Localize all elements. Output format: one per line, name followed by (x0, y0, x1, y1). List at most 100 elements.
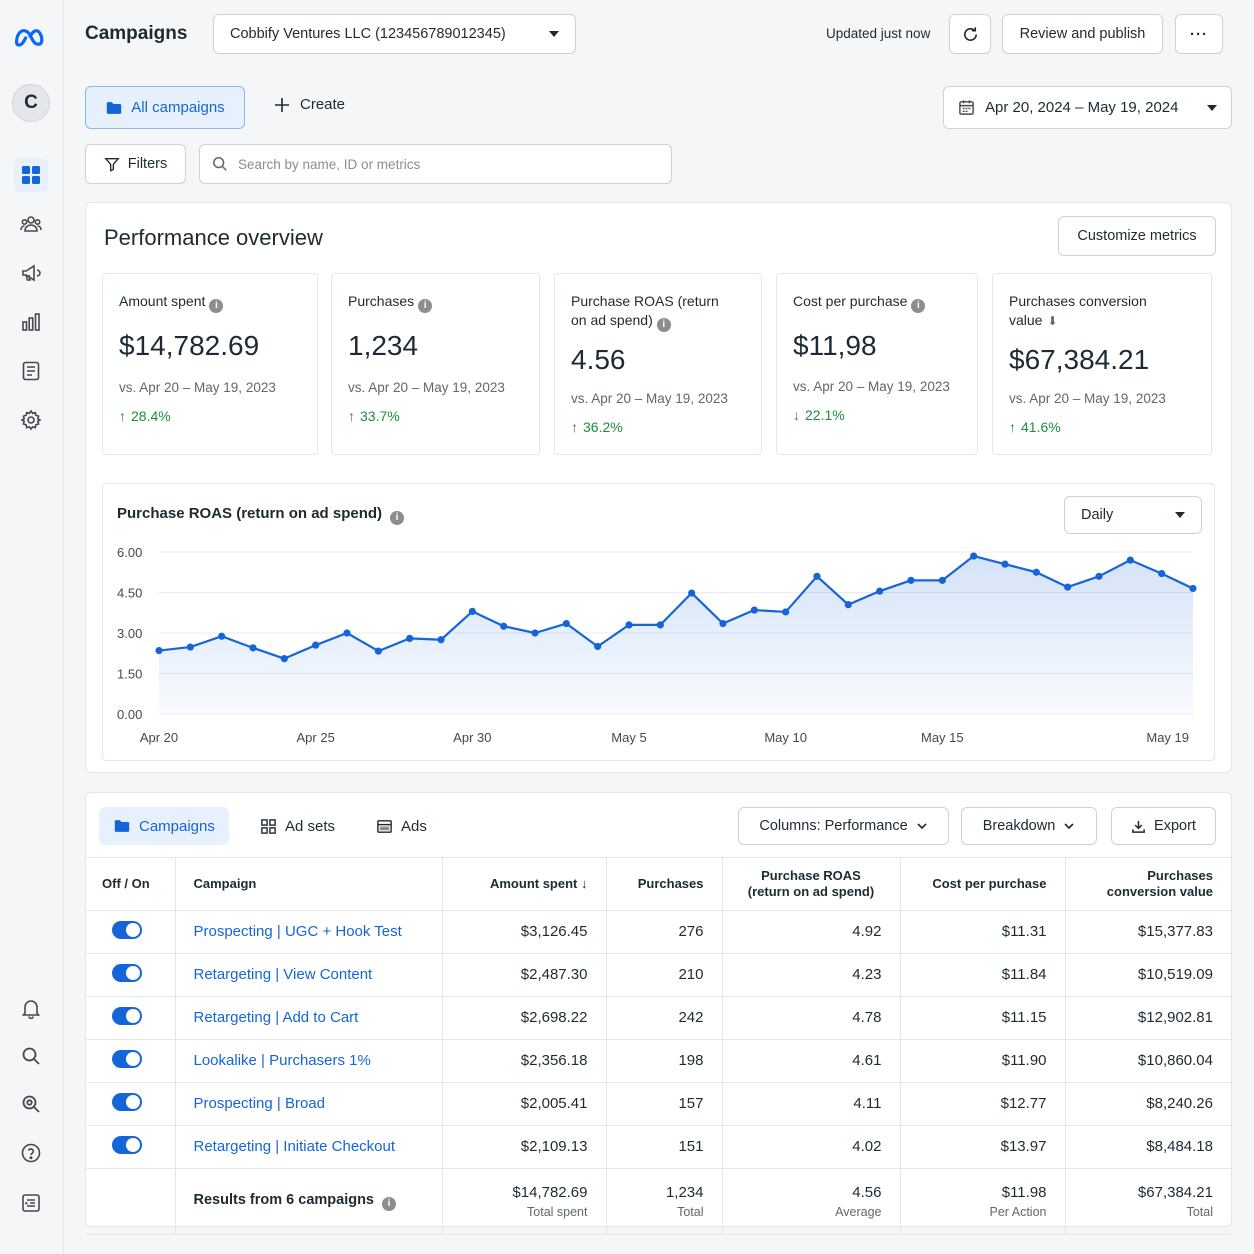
table-row[interactable]: Retargeting | Initiate Checkout $2,109.13… (86, 1125, 1231, 1169)
cpp-cell: $11.90 (900, 1039, 1066, 1083)
y-tick-label: 4.50 (117, 586, 142, 601)
data-point (656, 621, 664, 629)
kpi-change: ↑ 33.7% (348, 408, 400, 424)
campaign-link[interactable]: Prospecting | UGC + Hook Test (194, 923, 402, 940)
zoom-search-icon[interactable] (14, 1087, 48, 1121)
analytics-icon[interactable] (14, 305, 48, 339)
data-point (1095, 572, 1103, 580)
refresh-button[interactable] (949, 14, 991, 54)
col-purchases[interactable]: Purchases (606, 858, 723, 911)
y-tick-label: 1.50 (117, 667, 142, 682)
campaign-link[interactable]: Retargeting | Initiate Checkout (194, 1138, 396, 1155)
x-tick-label: May 19 (1146, 730, 1189, 745)
caret-down-icon (549, 31, 559, 37)
kpi-card-purchases[interactable]: Purchases i 1,234 vs. Apr 20 – May 19, 20… (331, 273, 540, 455)
table-row[interactable]: Prospecting | Broad $2,005.41 157 4.11 $12.7… (86, 1082, 1231, 1126)
x-tick-label: May 5 (611, 730, 646, 745)
summary-cpp: $11.98 Per Action (900, 1168, 1066, 1235)
data-point (437, 636, 445, 644)
kpi-card-purchase-roas[interactable]: Purchase ROAS (return on ad spend) i 4.56… (554, 273, 762, 455)
area-fill (159, 556, 1193, 714)
data-point (155, 646, 163, 655)
breakdown-dropdown[interactable]: Breakdown (961, 807, 1097, 845)
col-conversion-value[interactable]: Purchases conversion value (1065, 858, 1231, 911)
meta-logo-icon[interactable] (12, 20, 50, 54)
all-campaigns-button[interactable]: All campaigns (85, 86, 245, 129)
col-cost-per-purchase[interactable]: Cost per purchase (900, 858, 1066, 911)
data-point (406, 634, 414, 642)
audience-icon[interactable] (14, 207, 48, 241)
col-purchase-roas[interactable]: Purchase ROAS (return on ad spend) (722, 858, 901, 911)
on-off-toggle[interactable] (112, 1135, 142, 1154)
reports-icon[interactable] (14, 354, 48, 388)
filter-icon (104, 158, 120, 172)
table-row[interactable]: Prospecting | UGC + Hook Test $3,126.45 27… (86, 910, 1231, 954)
x-tick-label: Apr 25 (297, 730, 335, 745)
campaign-link[interactable]: Retargeting | Add to Cart (194, 1009, 359, 1026)
updated-status: Updated just now (826, 26, 931, 41)
on-off-toggle[interactable] (112, 920, 142, 939)
tab-ad-sets[interactable]: Ad sets (246, 807, 349, 845)
dashboard-icon[interactable] (14, 158, 48, 192)
tab-ads[interactable]: Ads (362, 807, 441, 845)
account-selector[interactable]: Cobbify Ventures LLC (123456789012345) (213, 14, 576, 54)
avatar-initial: C (24, 92, 38, 113)
campaign-name-cell: Retargeting | View Content (175, 953, 443, 997)
info-icon: i (656, 318, 671, 332)
megaphone-icon[interactable] (14, 256, 48, 290)
campaign-name-cell: Lookalike | Purchasers 1% (175, 1039, 443, 1083)
search-icon[interactable] (14, 1039, 48, 1073)
review-publish-button[interactable]: Review and publish (1002, 14, 1163, 54)
tab-label: Ad sets (285, 817, 336, 835)
table-header-row: Off / On Campaign Amount spent ↓ Purchas… (86, 858, 1231, 911)
conversion-value-cell: $8,240.26 (1065, 1082, 1231, 1126)
on-off-toggle[interactable] (112, 1006, 142, 1025)
roas-cell: 4.02 (722, 1125, 901, 1169)
kpi-card-conversion-value[interactable]: Purchases conversion value ⬇ $67,384.21 v… (992, 273, 1212, 455)
settings-gear-icon[interactable] (14, 403, 48, 437)
table-row[interactable]: Retargeting | Add to Cart $2,698.22 242 4.7… (86, 996, 1231, 1040)
filters-button[interactable]: Filters (85, 144, 186, 184)
date-range-picker[interactable]: Apr 20, 2024 – May 19, 2024 (943, 86, 1232, 129)
table-row[interactable]: Lookalike | Purchasers 1% $2,356.18 198 4.6… (86, 1039, 1231, 1083)
search-field[interactable]: Search by name, ID or metrics (199, 144, 672, 184)
info-icon: i (209, 299, 224, 313)
kpi-card-cost-per-purchase[interactable]: Cost per purchase i $11,98 vs. Apr 20 – M… (776, 273, 978, 455)
on-off-toggle[interactable] (112, 1092, 142, 1111)
data-point (312, 641, 320, 649)
more-options-button[interactable]: ··· (1175, 14, 1223, 54)
help-icon[interactable] (14, 1136, 48, 1170)
col-amount-spent[interactable]: Amount spent ↓ (442, 858, 607, 911)
export-button[interactable]: Export (1111, 807, 1216, 845)
interval-dropdown[interactable]: Daily (1064, 496, 1202, 534)
caret-down-icon (1175, 512, 1185, 518)
kpi-compare: vs. Apr 20 – May 19, 2023 (571, 391, 728, 406)
toggle-cell (86, 953, 176, 997)
on-off-toggle[interactable] (112, 963, 142, 982)
toggle-cell (86, 910, 176, 954)
collapse-menu-icon[interactable] (14, 1186, 48, 1220)
info-icon: i (911, 299, 926, 313)
campaign-name-cell: Retargeting | Add to Cart (175, 996, 443, 1040)
data-point (343, 629, 351, 637)
tab-campaigns[interactable]: Campaigns (99, 807, 229, 845)
avatar[interactable]: C (12, 84, 50, 122)
campaign-link[interactable]: Retargeting | View Content (194, 966, 373, 983)
campaign-link[interactable]: Prospecting | Broad (194, 1095, 325, 1112)
campaign-link[interactable]: Lookalike | Purchasers 1% (194, 1052, 371, 1069)
x-tick-label: May 15 (921, 730, 964, 745)
data-point (531, 629, 539, 637)
ad-icon (377, 819, 392, 833)
col-campaign[interactable]: Campaign (175, 858, 443, 911)
kpi-value: $14,782.69 (119, 330, 260, 361)
notification-bell-icon[interactable] (14, 991, 48, 1025)
summary-row: Results from 6 campaigns i $14,782.69 Tota… (86, 1168, 1231, 1235)
kpi-compare: vs. Apr 20 – May 19, 2023 (1009, 391, 1166, 406)
create-button[interactable]: Create (274, 96, 345, 113)
on-off-toggle[interactable] (112, 1049, 142, 1068)
table-row[interactable]: Retargeting | View Content $2,487.30 210 4.… (86, 953, 1231, 997)
kpi-card-amount-spent[interactable]: Amount spent i $14,782.69 vs. Apr 20 – Ma… (102, 273, 318, 455)
customize-metrics-button[interactable]: Customize metrics (1058, 216, 1216, 256)
conversion-value-cell: $10,860.04 (1065, 1039, 1231, 1083)
columns-dropdown[interactable]: Columns: Performance (738, 807, 949, 845)
